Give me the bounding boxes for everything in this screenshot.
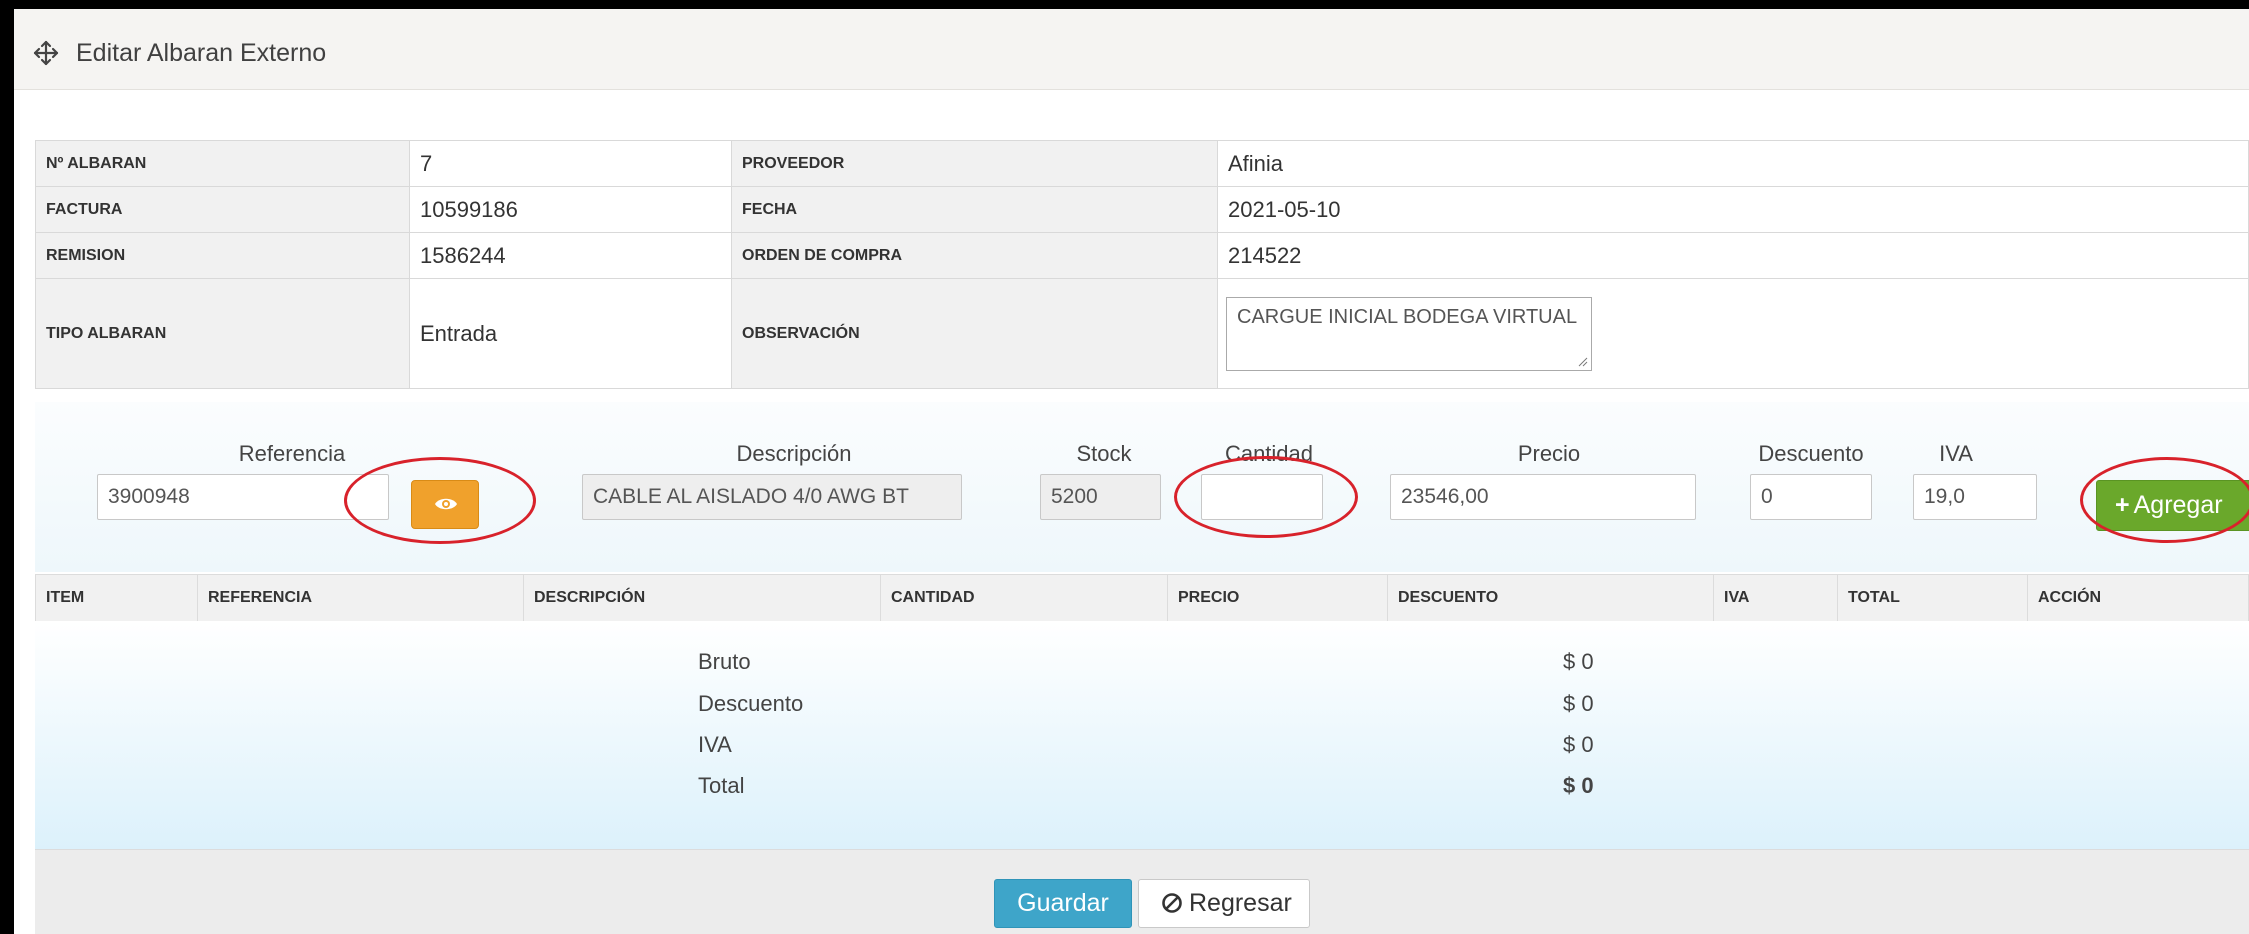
plus-icon: + bbox=[2115, 491, 2130, 519]
stock-input[interactable]: 5200 bbox=[1040, 474, 1161, 520]
info-label: FACTURA bbox=[35, 186, 410, 233]
info-value: 214522 bbox=[1217, 232, 2249, 279]
save-button[interactable]: Guardar bbox=[994, 879, 1132, 928]
info-value: Afinia bbox=[1217, 140, 2249, 187]
info-label: OBSERVACIÓN bbox=[731, 278, 1218, 389]
add-item-label: Agregar bbox=[2133, 491, 2223, 519]
info-value: 2021-05-10 bbox=[1217, 186, 2249, 233]
total-value: $ 0 bbox=[1563, 773, 1594, 798]
info-row: Nº ALBARAN 7 PROVEEDOR Afinia bbox=[35, 140, 2249, 187]
cantidad-input[interactable] bbox=[1201, 474, 1323, 520]
cantidad-label: Cantidad bbox=[1224, 441, 1314, 466]
column-header-precio: PRECIO bbox=[1167, 574, 1388, 622]
back-label: Regresar bbox=[1189, 889, 1292, 917]
column-header-descuento: DESCUENTO bbox=[1387, 574, 1714, 622]
back-button[interactable]: Regresar bbox=[1138, 879, 1310, 928]
items-table: ITEM REFERENCIA DESCRIPCIÓN CANTIDAD PRE… bbox=[35, 574, 2249, 622]
column-header-cantidad: CANTIDAD bbox=[880, 574, 1168, 622]
column-header-referencia: REFERENCIA bbox=[197, 574, 524, 622]
iva-total-value: $ 0 bbox=[1563, 732, 1594, 757]
bruto-label: Bruto bbox=[698, 649, 751, 674]
totals-area bbox=[35, 621, 2249, 850]
descuento-label: Descuento bbox=[1758, 441, 1864, 466]
observation-textarea[interactable]: CARGUE INICIAL BODEGA VIRTUAL bbox=[1226, 296, 1592, 371]
iva-total-label: IVA bbox=[698, 732, 732, 757]
column-header-accion: ACCIÓN bbox=[2027, 574, 2249, 622]
info-row: TIPO ALBARAN Entrada OBSERVACIÓN CARGUE … bbox=[35, 278, 2249, 389]
info-label: ORDEN DE COMPRA bbox=[731, 232, 1218, 279]
descuento-total-label: Descuento bbox=[698, 691, 804, 716]
info-value: 1586244 bbox=[409, 232, 732, 279]
info-label: PROVEEDOR bbox=[731, 140, 1218, 187]
info-label: FECHA bbox=[731, 186, 1218, 233]
total-label: Total bbox=[698, 773, 745, 798]
column-header-iva: IVA bbox=[1713, 574, 1838, 622]
observation-cell: CARGUE INICIAL BODEGA VIRTUAL bbox=[1217, 278, 2249, 389]
bruto-value: $ 0 bbox=[1563, 649, 1594, 674]
info-value: 7 bbox=[409, 140, 732, 187]
items-table-header: ITEM REFERENCIA DESCRIPCIÓN CANTIDAD PRE… bbox=[35, 574, 2249, 622]
descuento-input[interactable]: 0 bbox=[1750, 474, 1872, 520]
move-arrows-icon bbox=[33, 40, 59, 66]
add-item-button[interactable]: + Agregar bbox=[2096, 480, 2249, 531]
observation-text: CARGUE INICIAL BODEGA VIRTUAL bbox=[1237, 305, 1578, 328]
edit-external-delivery-panel: Editar Albaran Externo Nº ALBARAN 7 PROV… bbox=[14, 9, 2249, 934]
panel-header: Editar Albaran Externo bbox=[14, 9, 2249, 90]
iva-input[interactable]: 19,0 bbox=[1913, 474, 2037, 520]
referencia-label: Referencia bbox=[238, 441, 346, 466]
info-label: Nº ALBARAN bbox=[35, 140, 410, 187]
referencia-input[interactable]: 3900948 bbox=[97, 474, 389, 520]
info-row: REMISION 1586244 ORDEN DE COMPRA 214522 bbox=[35, 232, 2249, 279]
column-header-descripcion: DESCRIPCIÓN bbox=[523, 574, 881, 622]
info-value: Entrada bbox=[409, 278, 732, 389]
precio-input[interactable]: 23546,00 bbox=[1390, 474, 1696, 520]
info-row: FACTURA 10599186 FECHA 2021-05-10 bbox=[35, 186, 2249, 233]
info-label: REMISION bbox=[35, 232, 410, 279]
stock-label: Stock bbox=[1076, 441, 1132, 466]
descuento-total-value: $ 0 bbox=[1563, 691, 1594, 716]
column-header-item: ITEM bbox=[35, 574, 198, 622]
descripcion-label: Descripción bbox=[736, 441, 852, 466]
iva-label: IVA bbox=[1939, 441, 1973, 466]
view-reference-button[interactable] bbox=[411, 480, 479, 529]
column-header-total: TOTAL bbox=[1837, 574, 2028, 622]
resize-grip-icon[interactable] bbox=[1578, 357, 1588, 367]
ban-icon bbox=[1162, 893, 1182, 913]
descripcion-input[interactable]: CABLE AL AISLADO 4/0 AWG BT bbox=[582, 474, 962, 520]
info-label: TIPO ALBARAN bbox=[35, 278, 410, 389]
info-value: 10599186 bbox=[409, 186, 732, 233]
precio-label: Precio bbox=[1517, 441, 1581, 466]
eye-icon bbox=[435, 498, 457, 510]
page-title: Editar Albaran Externo bbox=[76, 39, 327, 67]
delivery-info-table: Nº ALBARAN 7 PROVEEDOR Afinia FACTURA 10… bbox=[35, 140, 2249, 389]
